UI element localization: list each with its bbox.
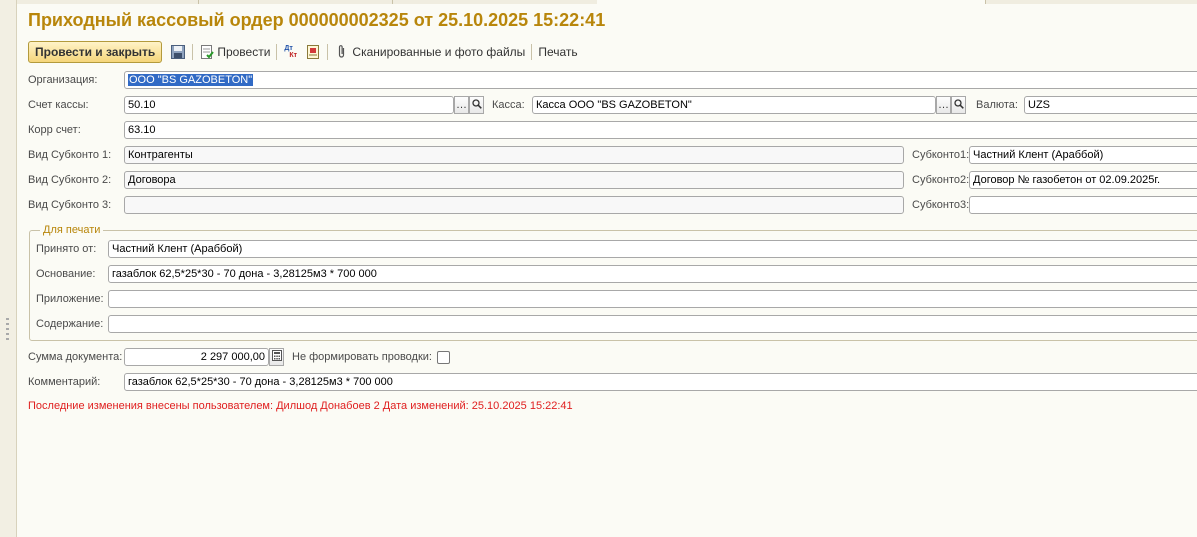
comment-label: Комментарий: <box>28 376 101 388</box>
currency-field[interactable]: UZS <box>1024 96 1197 114</box>
attachment-field[interactable] <box>108 290 1197 308</box>
sub3-kind-label: Вид Субконто 3: <box>28 199 112 211</box>
sub1-field[interactable]: Частний Клент (Араббой) <box>969 146 1197 164</box>
no-entries-checkbox[interactable] <box>437 351 450 364</box>
toolbar-separator <box>276 44 278 60</box>
toolbar: Провести и закрыть Провести Дт Кт Сканир… <box>28 41 578 63</box>
toolbar-separator <box>327 44 329 60</box>
report-icon <box>305 44 321 60</box>
calculator-icon <box>271 350 282 364</box>
page-title: Приходный кассовый ордер 000000002325 от… <box>28 10 606 30</box>
received-from-field[interactable]: Частний Клент (Араббой) <box>108 240 1197 258</box>
tab-1[interactable] <box>0 0 199 4</box>
sum-label: Сумма документа: <box>28 351 123 363</box>
no-entries-label: Не формировать проводки: <box>292 351 432 363</box>
kassa-choose-button[interactable]: … <box>936 96 951 114</box>
basis-label: Основание: <box>36 268 96 280</box>
kassa-search-button[interactable] <box>951 96 966 114</box>
post-and-close-button[interactable]: Провести и закрыть <box>28 41 163 63</box>
tab-2[interactable] <box>198 0 393 4</box>
kassa-label: Касса: <box>492 99 525 111</box>
org-value: ООО "BS GAZOBETON" <box>128 74 254 86</box>
sub1-kind-field[interactable]: Контрагенты <box>124 146 904 164</box>
cash-account-choose-button[interactable]: … <box>454 96 469 114</box>
comment-field[interactable]: газаблок 62,5*25*30 - 70 дона - 3,28125м… <box>124 373 1197 391</box>
sub3-field[interactable] <box>969 196 1197 214</box>
post-document-icon <box>199 44 215 60</box>
sub1-kind-label: Вид Субконто 1: <box>28 149 112 161</box>
dt-kt-icon: Дт Кт <box>283 44 299 60</box>
tab-3[interactable] <box>392 0 598 4</box>
kt-text: Кт <box>289 52 298 59</box>
scanned-files-button[interactable]: Сканированные и фото файлы <box>334 44 525 60</box>
sub2-label: Субконто2: <box>912 174 970 186</box>
resize-grip[interactable] <box>6 318 9 340</box>
toolbar-separator <box>192 44 194 60</box>
received-from-label: Принято от: <box>36 243 97 255</box>
search-icon <box>471 98 482 112</box>
tab-active[interactable] <box>597 0 986 4</box>
left-panel <box>0 0 17 537</box>
corr-account-field[interactable]: 63.10 <box>124 121 1197 139</box>
org-label: Организация: <box>28 74 98 86</box>
corr-account-label: Корр счет: <box>28 124 81 136</box>
content-field[interactable] <box>108 315 1197 333</box>
calculator-button[interactable] <box>269 348 284 366</box>
save-button[interactable] <box>170 44 186 60</box>
sum-field[interactable]: 2 297 000,00 <box>124 348 269 366</box>
attachment-label: Приложение: <box>36 293 104 305</box>
org-field[interactable]: ООО "BS GAZOBETON" <box>124 71 1197 89</box>
last-change-status: Последние изменения внесены пользователе… <box>28 400 573 412</box>
dt-kt-button[interactable]: Дт Кт <box>283 44 299 60</box>
paperclip-icon <box>334 44 350 60</box>
currency-label: Валюта: <box>976 99 1018 111</box>
kassa-field[interactable]: Касса ООО "BS GAZOBETON" <box>532 96 936 114</box>
scanned-files-label: Сканированные и фото файлы <box>352 45 526 59</box>
post-button[interactable]: Провести <box>199 44 270 60</box>
basis-field[interactable]: газаблок 62,5*25*30 - 70 дона - 3,28125м… <box>108 265 1197 283</box>
sub1-label: Субконто1: <box>912 149 970 161</box>
cash-account-field[interactable]: 50.10 <box>124 96 454 114</box>
print-button[interactable]: Печать <box>538 45 577 59</box>
cash-account-search-button[interactable] <box>469 96 484 114</box>
toolbar-separator <box>531 44 533 60</box>
post-label: Провести <box>217 45 271 59</box>
dt-text: Дт <box>284 45 293 52</box>
search-icon <box>953 98 964 112</box>
content-label: Содержание: <box>36 318 104 330</box>
sub3-label: Субконто3: <box>912 199 970 211</box>
sub2-field[interactable]: Договор № газобетон от 02.09.2025г. <box>969 171 1197 189</box>
sub2-kind-label: Вид Субконто 2: <box>28 174 112 186</box>
print-group-title: Для печати <box>40 224 104 236</box>
save-icon <box>170 44 186 60</box>
sub2-kind-field[interactable]: Договора <box>124 171 904 189</box>
report-button[interactable] <box>305 44 321 60</box>
cash-account-label: Счет кассы: <box>28 99 89 111</box>
sub3-kind-field[interactable] <box>124 196 904 214</box>
tab-strip <box>0 0 1197 4</box>
